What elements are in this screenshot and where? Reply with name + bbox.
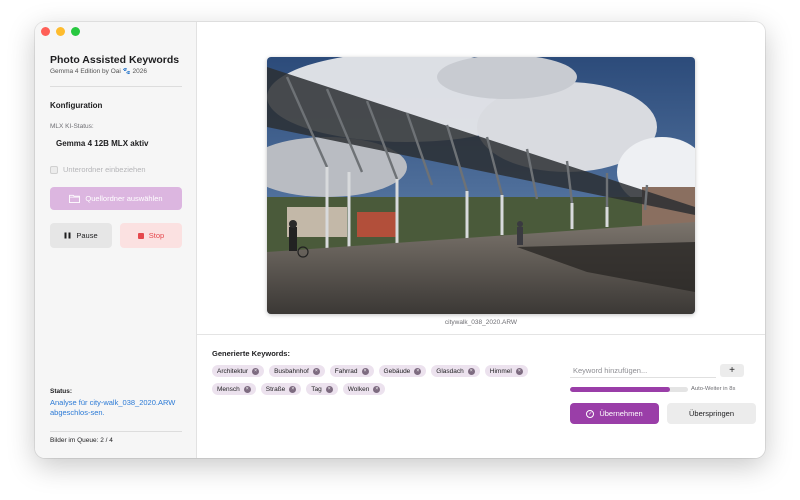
- photo-filename: citywalk_038_2020.ARW: [444, 319, 518, 326]
- pause-icon: [64, 232, 71, 239]
- keyword-chip: Himmel ×: [484, 365, 528, 377]
- keyword-chip-label: Architektur: [217, 367, 249, 375]
- keyword-chip: Glasdach ×: [431, 365, 480, 377]
- auto-next-progress-fill: [570, 387, 671, 392]
- subfolder-label: Unterordner einbeziehen: [63, 165, 146, 174]
- remove-keyword-icon[interactable]: ×: [243, 385, 251, 393]
- photo-preview: [267, 57, 695, 314]
- remove-keyword-icon[interactable]: ×: [325, 385, 333, 393]
- checkmark-circle-icon: ✓: [586, 409, 595, 418]
- select-source-folder-label: Quellordner auswählen: [85, 194, 163, 203]
- remove-keyword-icon[interactable]: ×: [373, 385, 381, 393]
- keyword-chips: Architektur × Busbahnhof × Fahrrad × Gebäude × G…: [212, 365, 552, 395]
- remove-keyword-icon[interactable]: ×: [252, 367, 260, 375]
- keyword-chip: Fahrrad ×: [329, 365, 374, 377]
- subfolder-checkbox[interactable]: [50, 165, 58, 174]
- remove-keyword-icon[interactable]: ×: [515, 367, 523, 375]
- keyword-chip: Tag ×: [306, 383, 338, 395]
- keywords-heading: Generierte Keywords:: [212, 349, 290, 358]
- sidebar-divider: [50, 86, 182, 87]
- remove-keyword-icon[interactable]: ×: [467, 367, 475, 375]
- folder-icon: [69, 194, 81, 203]
- keyword-chip-label: Wolken: [347, 385, 370, 393]
- add-keyword-button[interactable]: +: [720, 364, 744, 377]
- keyword-chip-label: Straße: [265, 385, 286, 393]
- keyword-chip: Wolken ×: [342, 383, 386, 395]
- app-window: Photo Assisted Keywords Gemma 4 Edition …: [35, 22, 765, 458]
- status-message: Analyse für city-walk_038_2020.ARW abges…: [50, 398, 176, 417]
- pause-label: Pause: [76, 231, 98, 240]
- remove-keyword-icon[interactable]: ×: [361, 367, 369, 375]
- auto-next-progress: [570, 387, 688, 392]
- remove-keyword-icon[interactable]: ×: [312, 367, 320, 375]
- mlx-status-label: MLX KI-Status:: [50, 123, 94, 130]
- stop-icon: [137, 232, 144, 239]
- skip-button[interactable]: Überspringen: [667, 403, 756, 424]
- app-subtitle: Gemma 4 Edition by Oai 🐾 2026: [50, 68, 147, 75]
- app-title: Photo Assisted Keywords: [50, 54, 180, 66]
- minimize-window-button[interactable]: [56, 27, 65, 36]
- keyword-chip-label: Mensch: [217, 385, 240, 393]
- sidebar: Photo Assisted Keywords Gemma 4 Edition …: [35, 22, 197, 458]
- keyword-chip: Mensch ×: [212, 383, 256, 395]
- keyword-chip: Gebäude ×: [378, 365, 427, 377]
- queue-counter: Bilder im Queue: 2 / 4: [50, 437, 113, 444]
- keyword-chip-label: Gebäude: [383, 367, 411, 375]
- stop-label: Stop: [148, 231, 165, 240]
- keyword-chip: Straße ×: [260, 383, 302, 395]
- status-divider: [50, 431, 182, 432]
- keyword-chip-label: Glasdach: [436, 367, 464, 375]
- accept-label: Übernehmen: [599, 409, 643, 418]
- remove-keyword-icon[interactable]: ×: [414, 367, 422, 375]
- stop-button[interactable]: Stop: [120, 223, 182, 248]
- window-controls: [41, 27, 80, 36]
- keyword-chip-label: Himmel: [489, 367, 512, 375]
- keyword-chip: Busbahnhof ×: [269, 365, 325, 377]
- keyword-chip-label: Fahrrad: [334, 367, 358, 375]
- main-divider: [197, 334, 765, 335]
- select-source-folder-button[interactable]: Quellordner auswählen: [50, 187, 182, 210]
- keyword-chip-label: Tag: [311, 385, 322, 393]
- maximize-window-button[interactable]: [71, 27, 80, 36]
- mlx-status-value: Gemma 4 12B MLX aktiv: [56, 139, 149, 148]
- status-heading: Status:: [50, 388, 73, 395]
- bus-station-photo: [267, 57, 695, 314]
- remove-keyword-icon[interactable]: ×: [289, 385, 297, 393]
- auto-next-label: Auto-Weiter in 8s: [691, 386, 736, 392]
- subfolder-toggle[interactable]: Unterordner einbeziehen: [50, 165, 146, 174]
- close-window-button[interactable]: [41, 27, 50, 36]
- keyword-input[interactable]: [570, 363, 716, 378]
- main-panel: citywalk_038_2020.ARW Generierte Keyword…: [197, 22, 765, 458]
- config-heading: Konfiguration: [50, 101, 103, 110]
- accept-button[interactable]: ✓ Übernehmen: [570, 403, 659, 424]
- keyword-chip-label: Busbahnhof: [274, 367, 309, 375]
- pause-button[interactable]: Pause: [50, 223, 112, 248]
- keyword-chip: Architektur ×: [212, 365, 265, 377]
